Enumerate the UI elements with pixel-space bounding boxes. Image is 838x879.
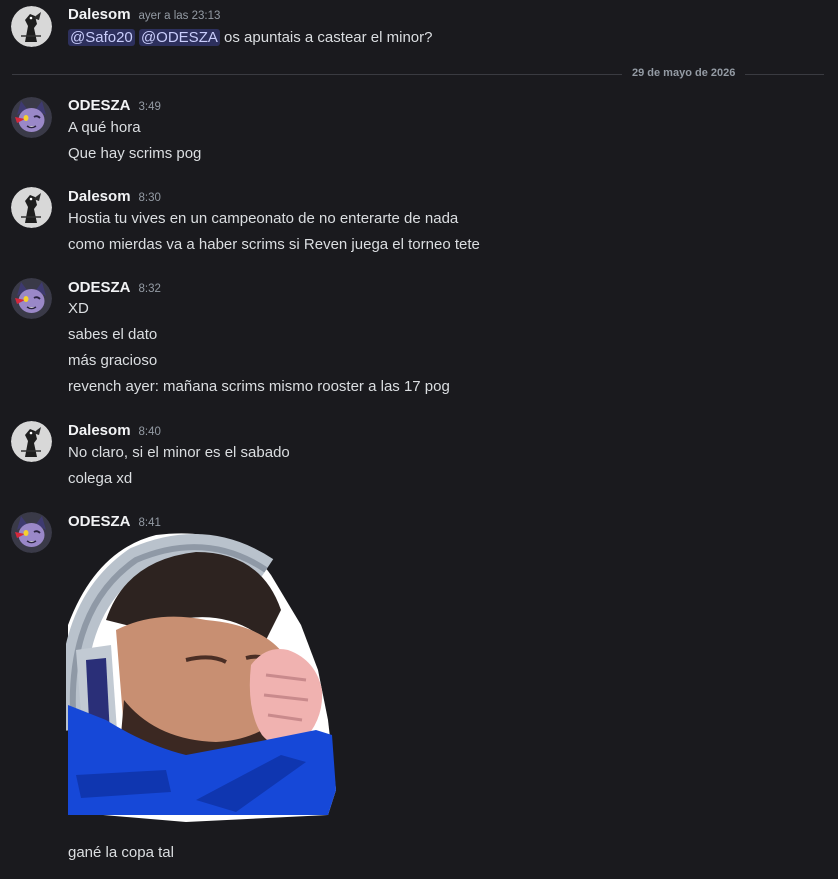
username[interactable]: Dalesom (68, 6, 131, 23)
avatar-odesza[interactable] (11, 97, 52, 138)
username[interactable]: ODESZA (68, 513, 131, 530)
timestamp[interactable]: 8:41 (139, 517, 161, 529)
username[interactable]: ODESZA (68, 279, 131, 296)
username[interactable]: Dalesom (68, 188, 131, 205)
message-text: colega xd (68, 470, 133, 487)
chat-messages: Dalesom ayer a las 23:13 @Safo20 @ODESZA… (0, 0, 838, 879)
message-content: os apuntais a castear el minor? (224, 29, 433, 46)
message-header: ODESZA 8:32 (68, 279, 161, 296)
message-header: Dalesom 8:30 (68, 188, 161, 205)
message-text: @Safo20 @ODESZA os apuntais a castear el… (68, 28, 432, 48)
message-text: No claro, si el minor es el sabado (68, 444, 290, 461)
timestamp[interactable]: 8:40 (139, 426, 161, 438)
avatar-dalesom[interactable] (11, 187, 52, 228)
timestamp[interactable]: ayer a las 23:13 (139, 10, 221, 22)
dalesom-avatar-icon (11, 187, 52, 228)
message-header: ODESZA 3:49 (68, 97, 161, 114)
odesza-avatar-icon (11, 278, 52, 319)
avatar-odesza[interactable] (11, 278, 52, 319)
timestamp[interactable]: 8:30 (139, 192, 161, 204)
dalesom-avatar-icon (11, 6, 52, 47)
gif-embed[interactable] (66, 530, 338, 822)
odesza-avatar-icon (11, 97, 52, 138)
message-text: sabes el dato (68, 326, 158, 343)
avatar-odesza[interactable] (11, 512, 52, 553)
gif-image (66, 533, 336, 822)
message-header: Dalesom 8:40 (68, 422, 161, 439)
message-header: Dalesom ayer a las 23:13 (68, 6, 220, 23)
message-text: XD (68, 300, 89, 317)
avatar-dalesom[interactable] (11, 6, 52, 47)
avatar-dalesom[interactable] (11, 421, 52, 462)
message-text: revench ayer: mañana scrims mismo rooste… (68, 378, 450, 395)
odesza-avatar-icon (11, 512, 52, 553)
date-divider: 29 de mayo de 2026 (622, 67, 746, 79)
message-text: A qué hora (68, 119, 141, 136)
message-text: más gracioso (68, 352, 158, 369)
mention-safo20[interactable]: @Safo20 (68, 29, 135, 46)
timestamp[interactable]: 3:49 (139, 101, 161, 113)
message-text: Que hay scrims pog (68, 145, 202, 162)
timestamp[interactable]: 8:32 (139, 283, 161, 295)
mention-odesza[interactable]: @ODESZA (138, 29, 220, 46)
message-text: gané la copa tal (68, 844, 174, 861)
username[interactable]: ODESZA (68, 97, 131, 114)
message-text: Hostia tu vives en un campeonato de no e… (68, 210, 459, 227)
username[interactable]: Dalesom (68, 422, 131, 439)
dalesom-avatar-icon (11, 421, 52, 462)
message-header: ODESZA 8:41 (68, 513, 161, 530)
message-text: como mierdas va a haber scrims si Reven … (68, 236, 480, 253)
